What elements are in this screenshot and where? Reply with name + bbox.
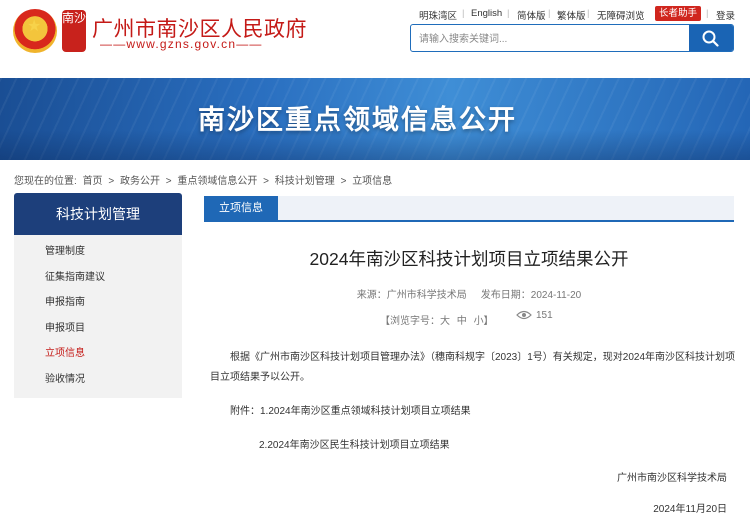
font-size-small[interactable]: 小】: [474, 316, 494, 327]
top-link-simplified[interactable]: 简体版: [517, 8, 546, 22]
breadcrumb-separator: >: [263, 176, 269, 187]
elder-helper-button[interactable]: 长者助手: [655, 6, 701, 21]
signature-date: 2024年11月20日: [653, 504, 727, 515]
attachment-2[interactable]: 2.2024年南沙区民生科技计划项目立项结果: [259, 436, 450, 451]
signature-org: 广州市南沙区科学技术局: [617, 473, 727, 484]
font-size-large[interactable]: 【浏览字号：大: [380, 316, 450, 327]
sidebar-item-application-guide[interactable]: 申报指南: [14, 290, 182, 316]
sidebar-item-application-projects[interactable]: 申报项目: [14, 316, 182, 342]
article-meta: 来源：广州市科学技术局 发布日期：2024-11-20: [204, 286, 734, 301]
top-link-traditional[interactable]: 繁体版: [557, 8, 586, 22]
font-size-medium[interactable]: 中: [457, 316, 467, 327]
content-tabbar: 立项信息: [204, 196, 734, 222]
site-url: ——www.gzns.gov.cn——: [100, 37, 263, 51]
top-link-accessibility[interactable]: 无障碍浏览: [597, 8, 645, 22]
sidebar-item-approval-info[interactable]: 立项信息: [14, 341, 182, 367]
link-separator: |: [706, 8, 709, 19]
breadcrumb: 您现在的位置: 首页 > 政务公开 > 重点领域信息公开 > 科技计划管理 > …: [14, 172, 395, 187]
article-title: 2024年南沙区科技计划项目立项结果公开: [309, 249, 629, 269]
sidebar: 科技计划管理 管理制度 征集指南建议 申报指南 申报项目 立项信息 验收情况: [14, 193, 182, 398]
top-link-mingzhuwan[interactable]: 明珠湾区: [419, 8, 457, 22]
breadcrumb-tech-plan[interactable]: 科技计划管理: [275, 176, 335, 187]
link-separator: |: [462, 8, 465, 19]
search-box: [410, 24, 734, 52]
article-paragraph: 根据《广州市南沙区科技计划项目管理办法》（穗南科规字〔2023〕1号）有关规定，…: [210, 352, 736, 383]
breadcrumb-home[interactable]: 首页: [83, 176, 103, 187]
view-counter: 151: [516, 310, 553, 321]
breadcrumb-prefix: 您现在的位置:: [14, 176, 77, 187]
page-banner: 南沙区重点领域信息公开: [0, 78, 750, 160]
login-link[interactable]: 登录: [716, 8, 735, 22]
sidebar-item-management-system[interactable]: 管理制度: [14, 239, 182, 265]
nansha-seal-logo: 南沙: [62, 10, 86, 52]
top-link-english[interactable]: English: [471, 8, 502, 19]
search-input[interactable]: [419, 30, 689, 48]
breadcrumb-separator: >: [340, 176, 347, 187]
search-button[interactable]: [689, 25, 733, 51]
attachment-1[interactable]: 附件：1.2024年南沙区重点领域科技计划项目立项结果: [230, 402, 471, 417]
link-separator: |: [548, 8, 551, 19]
site-header: ★ 南沙 广州市南沙区人民政府 ——www.gzns.gov.cn—— 明珠湾区…: [0, 0, 750, 78]
breadcrumb-separator: >: [108, 176, 115, 187]
article-date: 发布日期：2024-11-20: [480, 290, 582, 301]
sidebar-list: 管理制度 征集指南建议 申报指南 申报项目 立项信息 验收情况: [14, 235, 182, 398]
national-emblem-icon: ★: [13, 9, 57, 53]
sidebar-item-acceptance[interactable]: 验收情况: [14, 367, 182, 393]
tab-approval-info[interactable]: 立项信息: [204, 196, 278, 220]
banner-title: 南沙区重点领域信息公开: [198, 105, 517, 136]
eye-icon: [516, 311, 532, 320]
search-icon: [702, 30, 719, 47]
breadcrumb-current[interactable]: 立项信息: [352, 176, 392, 187]
view-count: 151: [536, 310, 553, 321]
breadcrumb-affairs[interactable]: 政务公开: [120, 176, 160, 187]
breadcrumb-key-fields[interactable]: 重点领域信息公开: [177, 176, 257, 187]
sidebar-item-guide-suggestions[interactable]: 征集指南建议: [14, 265, 182, 291]
breadcrumb-separator: >: [165, 176, 172, 187]
article-body: 根据《广州市南沙区科技计划项目管理办法》（穗南科规字〔2023〕1号）有关规定，…: [210, 348, 736, 388]
sidebar-heading: 科技计划管理: [14, 193, 182, 235]
link-separator: |: [507, 8, 510, 19]
link-separator: |: [587, 8, 590, 19]
article-source: 来源：广州市科学技术局: [356, 290, 467, 301]
font-size-controls: 【浏览字号：大 中 小】: [380, 312, 498, 327]
